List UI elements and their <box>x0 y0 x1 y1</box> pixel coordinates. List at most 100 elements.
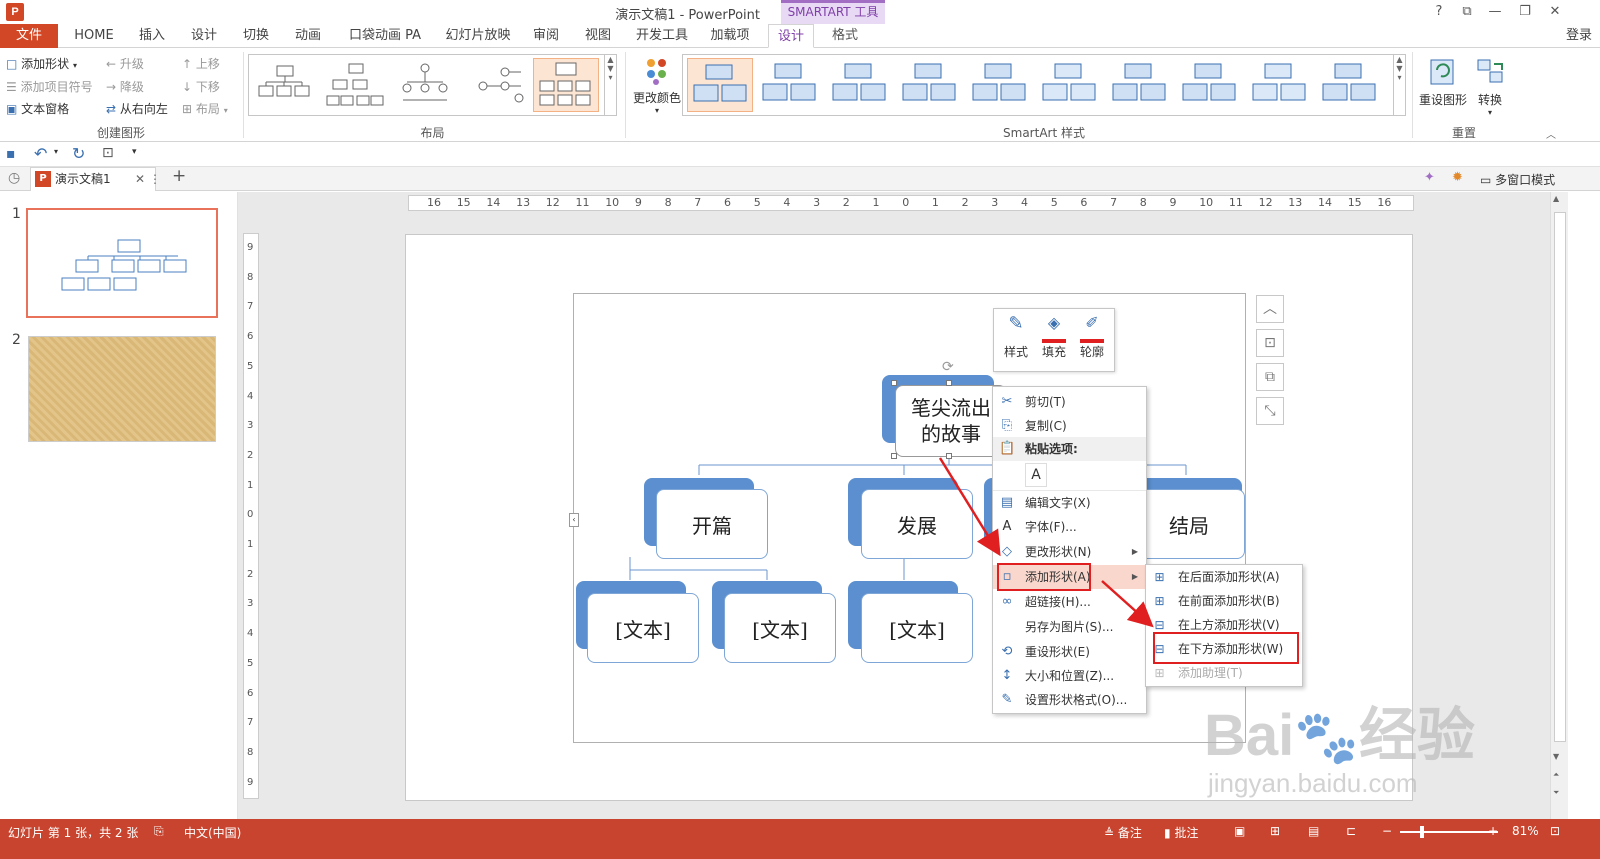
repeat-icon[interactable]: ↻ <box>72 144 85 163</box>
restore-button[interactable]: ❐ <box>1514 3 1536 21</box>
minimize-button[interactable]: — <box>1484 3 1506 21</box>
tab-slideshow[interactable]: 幻灯片放映 <box>440 24 516 48</box>
layout-option-4[interactable] <box>463 58 529 112</box>
slide-thumbnail-1[interactable] <box>26 208 218 318</box>
menu-item-save-as-picture[interactable]: 另存为图片(S)... <box>993 615 1146 639</box>
tab-insert[interactable]: 插入 <box>130 24 174 48</box>
layout-option-1[interactable] <box>253 58 319 112</box>
move-down-button[interactable]: ↓ 下移 <box>182 78 220 95</box>
smartart-style-option[interactable] <box>1317 58 1383 112</box>
resize-handle[interactable] <box>946 453 952 459</box>
reading-view-icon[interactable]: ▤ <box>1308 824 1319 838</box>
scrollbar-thumb[interactable] <box>1554 212 1566 742</box>
fit-to-window-icon[interactable]: ⊡ <box>1550 824 1560 838</box>
tab-pocket-animation[interactable]: 口袋动画 PA <box>340 24 430 48</box>
normal-view-icon[interactable]: ▣ <box>1234 824 1245 838</box>
layout-option-3[interactable] <box>393 58 459 112</box>
smartart-style-option[interactable] <box>897 58 963 112</box>
collapse-ribbon-icon[interactable]: ︿ <box>1546 126 1556 141</box>
right-to-left-button[interactable]: ⇄ 从右向左 <box>106 100 168 117</box>
tab-menu-icon[interactable]: ⋮ <box>149 168 161 190</box>
notes-button[interactable]: ≜ 备注 <box>1104 824 1142 841</box>
menu-item-edit-text[interactable]: ▤ 编辑文字(X) <box>993 490 1146 514</box>
menu-item-size-position[interactable]: ↕ 大小和位置(Z)... <box>993 664 1146 688</box>
smartart-style-option[interactable] <box>1037 58 1103 112</box>
resize-handle[interactable] <box>891 380 897 386</box>
smartart-style-option[interactable] <box>967 58 1033 112</box>
smartart-style-option[interactable] <box>757 58 823 112</box>
smartart-styles-gallery[interactable]: ▲ ▼ ▾ <box>682 54 1406 116</box>
help-button[interactable]: ? <box>1428 3 1450 21</box>
convert-button[interactable]: 转换 ▾ <box>1470 56 1510 117</box>
level2-shape[interactable]: 发展 <box>861 489 973 559</box>
scroll-down-icon[interactable]: ▼ <box>1553 752 1559 761</box>
submenu-item-add-after[interactable]: ⊞ 在后面添加形状(A) <box>1146 566 1302 589</box>
settings-icon[interactable]: ✹ <box>1452 170 1463 185</box>
tab-design[interactable]: 设计 <box>182 24 226 48</box>
start-from-beginning-icon[interactable]: ⊡ <box>102 145 114 161</box>
scroll-up-icon[interactable]: ▲ <box>1553 194 1559 203</box>
rotate-handle-icon[interactable]: ⟳ <box>942 359 954 375</box>
multi-window-button[interactable]: ▭ 多窗口模式 <box>1480 171 1555 188</box>
add-shape-button[interactable]: □ 添加形状 ▾ <box>6 55 77 72</box>
menu-item-change-shape[interactable]: ◇ 更改形状(N) ▶ <box>993 540 1146 564</box>
zoom-out-icon[interactable]: − <box>1382 824 1392 838</box>
tab-home[interactable]: HOME <box>66 24 122 48</box>
next-slide-icon[interactable]: ⏷ <box>1553 788 1559 798</box>
previous-slide-icon[interactable]: ⏶ <box>1553 770 1559 780</box>
spell-check-icon[interactable]: ⎘ <box>154 824 164 839</box>
menu-item-reset-shape[interactable]: ⟲ 重设形状(E) <box>993 640 1146 664</box>
level3-shape[interactable]: [文本] <box>587 593 699 663</box>
menu-item-hyperlink[interactable]: ∞ 超链接(H)... <box>993 590 1146 614</box>
layout-gallery-scroll[interactable]: ▲ ▼ ▾ <box>604 55 616 115</box>
tab-file[interactable]: 文件 <box>0 24 58 48</box>
zoom-slider[interactable] <box>1400 831 1498 833</box>
layout-option-selected[interactable] <box>533 58 599 112</box>
signin-link[interactable]: 登录 <box>1566 24 1592 48</box>
smartart-style-option[interactable] <box>687 58 753 112</box>
close-tab-icon[interactable]: ✕ <box>135 168 145 190</box>
ribbon-display-options-button[interactable]: ⧉ <box>1456 3 1478 21</box>
collapse-icon[interactable]: ︿ <box>1256 295 1284 323</box>
close-button[interactable]: ✕ <box>1544 3 1566 21</box>
smartart-style-option[interactable] <box>1247 58 1313 112</box>
arrange-icon[interactable]: ⧉ <box>1256 363 1284 391</box>
slideshow-icon[interactable]: ⊏ <box>1346 824 1356 838</box>
language-indicator[interactable]: 中文(中国) <box>184 824 241 841</box>
layout-gallery[interactable]: ▲ ▼ ▾ <box>248 54 617 116</box>
styles-gallery-scroll[interactable]: ▲ ▼ ▾ <box>1393 55 1405 115</box>
level3-shape[interactable]: [文本] <box>861 593 973 663</box>
tab-transitions[interactable]: 切换 <box>234 24 278 48</box>
undo-icon[interactable]: ↶ <box>34 144 47 163</box>
style-button[interactable]: ✎ 样式 <box>998 313 1034 369</box>
menu-item-font[interactable]: A 字体(F)... <box>993 515 1146 539</box>
level2-shape[interactable]: 结局 <box>1133 489 1245 559</box>
add-bullet-button[interactable]: ☰ 添加项目符号 <box>6 78 93 95</box>
paste-keep-text-icon[interactable]: A <box>1025 463 1047 487</box>
tab-smartart-design[interactable]: 设计 <box>768 24 814 48</box>
smartart-style-option[interactable] <box>827 58 893 112</box>
fill-button[interactable]: ◈ 填充 <box>1036 313 1072 369</box>
resize-handle[interactable] <box>891 453 897 459</box>
smartart-style-option[interactable] <box>1107 58 1173 112</box>
text-pane-button[interactable]: ▣ 文本窗格 <box>6 100 69 117</box>
menu-item-copy[interactable]: ⎘ 复制(C) <box>993 414 1146 438</box>
move-up-button[interactable]: ↑ 上移 <box>182 55 220 72</box>
save-icon[interactable]: ▪ <box>6 146 16 162</box>
zoom-in-icon[interactable]: + <box>1488 824 1498 838</box>
slide-sorter-icon[interactable]: ⊞ <box>1270 824 1280 838</box>
comments-button[interactable]: ▮ 批注 <box>1164 824 1198 841</box>
layout-options-icon[interactable]: ⊡ <box>1256 329 1284 357</box>
tab-view[interactable]: 视图 <box>576 24 620 48</box>
change-colors-button[interactable]: 更改颜色 ▾ <box>630 56 684 115</box>
tab-animations[interactable]: 动画 <box>286 24 330 48</box>
new-tab-icon[interactable]: + <box>172 166 186 186</box>
document-tab[interactable]: P 演示文稿1 ✕ ⋮ <box>30 167 161 191</box>
layout-option-2[interactable] <box>323 58 389 112</box>
expand-icon[interactable]: ⤡ <box>1256 397 1284 425</box>
reset-graphic-button[interactable]: 重设图形 <box>1418 56 1468 108</box>
submenu-item-add-before[interactable]: ⊞ 在前面添加形状(B) <box>1146 590 1302 613</box>
customize-qat-icon[interactable]: ▾ <box>132 147 137 157</box>
level2-shape[interactable]: 开篇 <box>656 489 768 559</box>
level3-shape[interactable]: [文本] <box>724 593 836 663</box>
